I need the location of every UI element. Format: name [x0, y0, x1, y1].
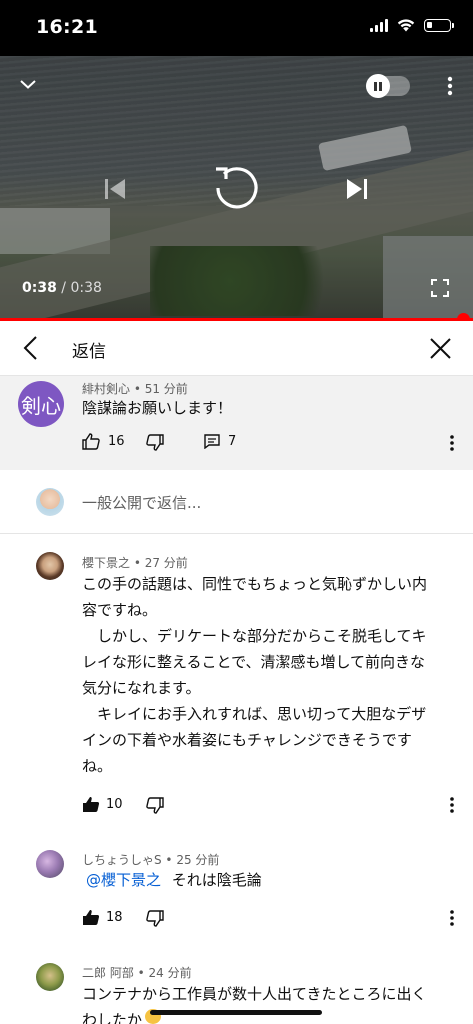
- comment-icon: [204, 434, 220, 449]
- pause-icon: [366, 74, 390, 98]
- like-button[interactable]: 10: [82, 796, 123, 813]
- battery-icon: [424, 19, 454, 32]
- thumbs-up-filled-icon: [83, 797, 100, 812]
- wifi-icon: [397, 19, 415, 32]
- avatar[interactable]: [36, 963, 64, 991]
- thumbs-down-icon: [146, 910, 164, 927]
- like-count: 10: [106, 797, 123, 812]
- mention-link[interactable]: @櫻下景之: [86, 871, 161, 889]
- replay-icon[interactable]: [208, 160, 264, 216]
- video-player[interactable]: 0:38 / 0:38: [0, 56, 473, 320]
- replies-header: 返信: [0, 321, 473, 376]
- status-time: 16:21: [36, 16, 98, 38]
- current-time: 0:38: [22, 280, 57, 296]
- duration: 0:38: [70, 280, 102, 296]
- dislike-button[interactable]: [146, 797, 164, 814]
- user-avatar: [36, 488, 64, 516]
- reply-more-icon[interactable]: [449, 796, 455, 814]
- thumbs-up-icon: [82, 433, 100, 450]
- like-count: 18: [106, 910, 123, 925]
- previous-icon[interactable]: [100, 174, 130, 204]
- video-time: 0:38 / 0:38: [22, 280, 102, 296]
- video-more-icon[interactable]: [440, 74, 460, 98]
- time-separator: /: [61, 280, 66, 296]
- like-button[interactable]: 18: [82, 909, 123, 926]
- parent-comment: 剣心 緋村剣心 • 51 分前 陰謀論お願いします！ 16 7: [0, 376, 473, 470]
- fullscreen-icon[interactable]: [430, 278, 450, 298]
- status-bar: 16:21: [0, 0, 473, 56]
- dislike-button[interactable]: [146, 910, 164, 927]
- comment-text: 陰謀論お願いします！: [82, 399, 233, 417]
- thumbs-down-icon: [146, 434, 164, 451]
- home-indicator[interactable]: [150, 1010, 322, 1015]
- reply-text: この手の話題は、同性でもちょっと気恥ずかしい内 容ですね。 しかし、デリケートな…: [82, 575, 428, 775]
- avatar[interactable]: [36, 552, 64, 580]
- reply-author-meta[interactable]: しちょうしゃS • 25 分前: [82, 851, 219, 868]
- like-button[interactable]: 16: [82, 433, 125, 450]
- reply-count: 7: [228, 434, 237, 449]
- cellular-signal-icon: [370, 19, 388, 32]
- reply-composer[interactable]: 一般公開で返信...: [0, 470, 473, 534]
- avatar[interactable]: [36, 850, 64, 878]
- like-count: 16: [108, 434, 125, 449]
- reply-more-icon[interactable]: [449, 909, 455, 927]
- dislike-button[interactable]: [146, 434, 164, 451]
- autoplay-toggle[interactable]: [366, 74, 410, 98]
- thumbs-down-icon: [146, 797, 164, 814]
- next-icon[interactable]: [342, 174, 372, 204]
- reply-count-button[interactable]: 7: [204, 434, 236, 449]
- avatar[interactable]: 剣心: [18, 381, 64, 427]
- reply-text: コンテナから工作員が数十人出てきたところに出く わしたか: [82, 985, 427, 1024]
- minimize-chevron-icon[interactable]: [16, 72, 40, 96]
- thumbs-up-filled-icon: [83, 910, 100, 925]
- comment-more-icon[interactable]: [449, 434, 455, 452]
- close-icon[interactable]: [428, 336, 453, 361]
- reply-author-meta[interactable]: 二郎 阿部 • 24 分前: [82, 964, 192, 981]
- status-icons: [370, 19, 454, 32]
- back-arrow-icon[interactable]: [18, 335, 44, 361]
- reply-input[interactable]: 一般公開で返信...: [82, 492, 201, 513]
- header-title: 返信: [72, 342, 106, 362]
- reply-author-meta[interactable]: 櫻下景之 • 27 分前: [82, 554, 188, 571]
- reply-text: @櫻下景之 それは陰毛論: [86, 871, 262, 889]
